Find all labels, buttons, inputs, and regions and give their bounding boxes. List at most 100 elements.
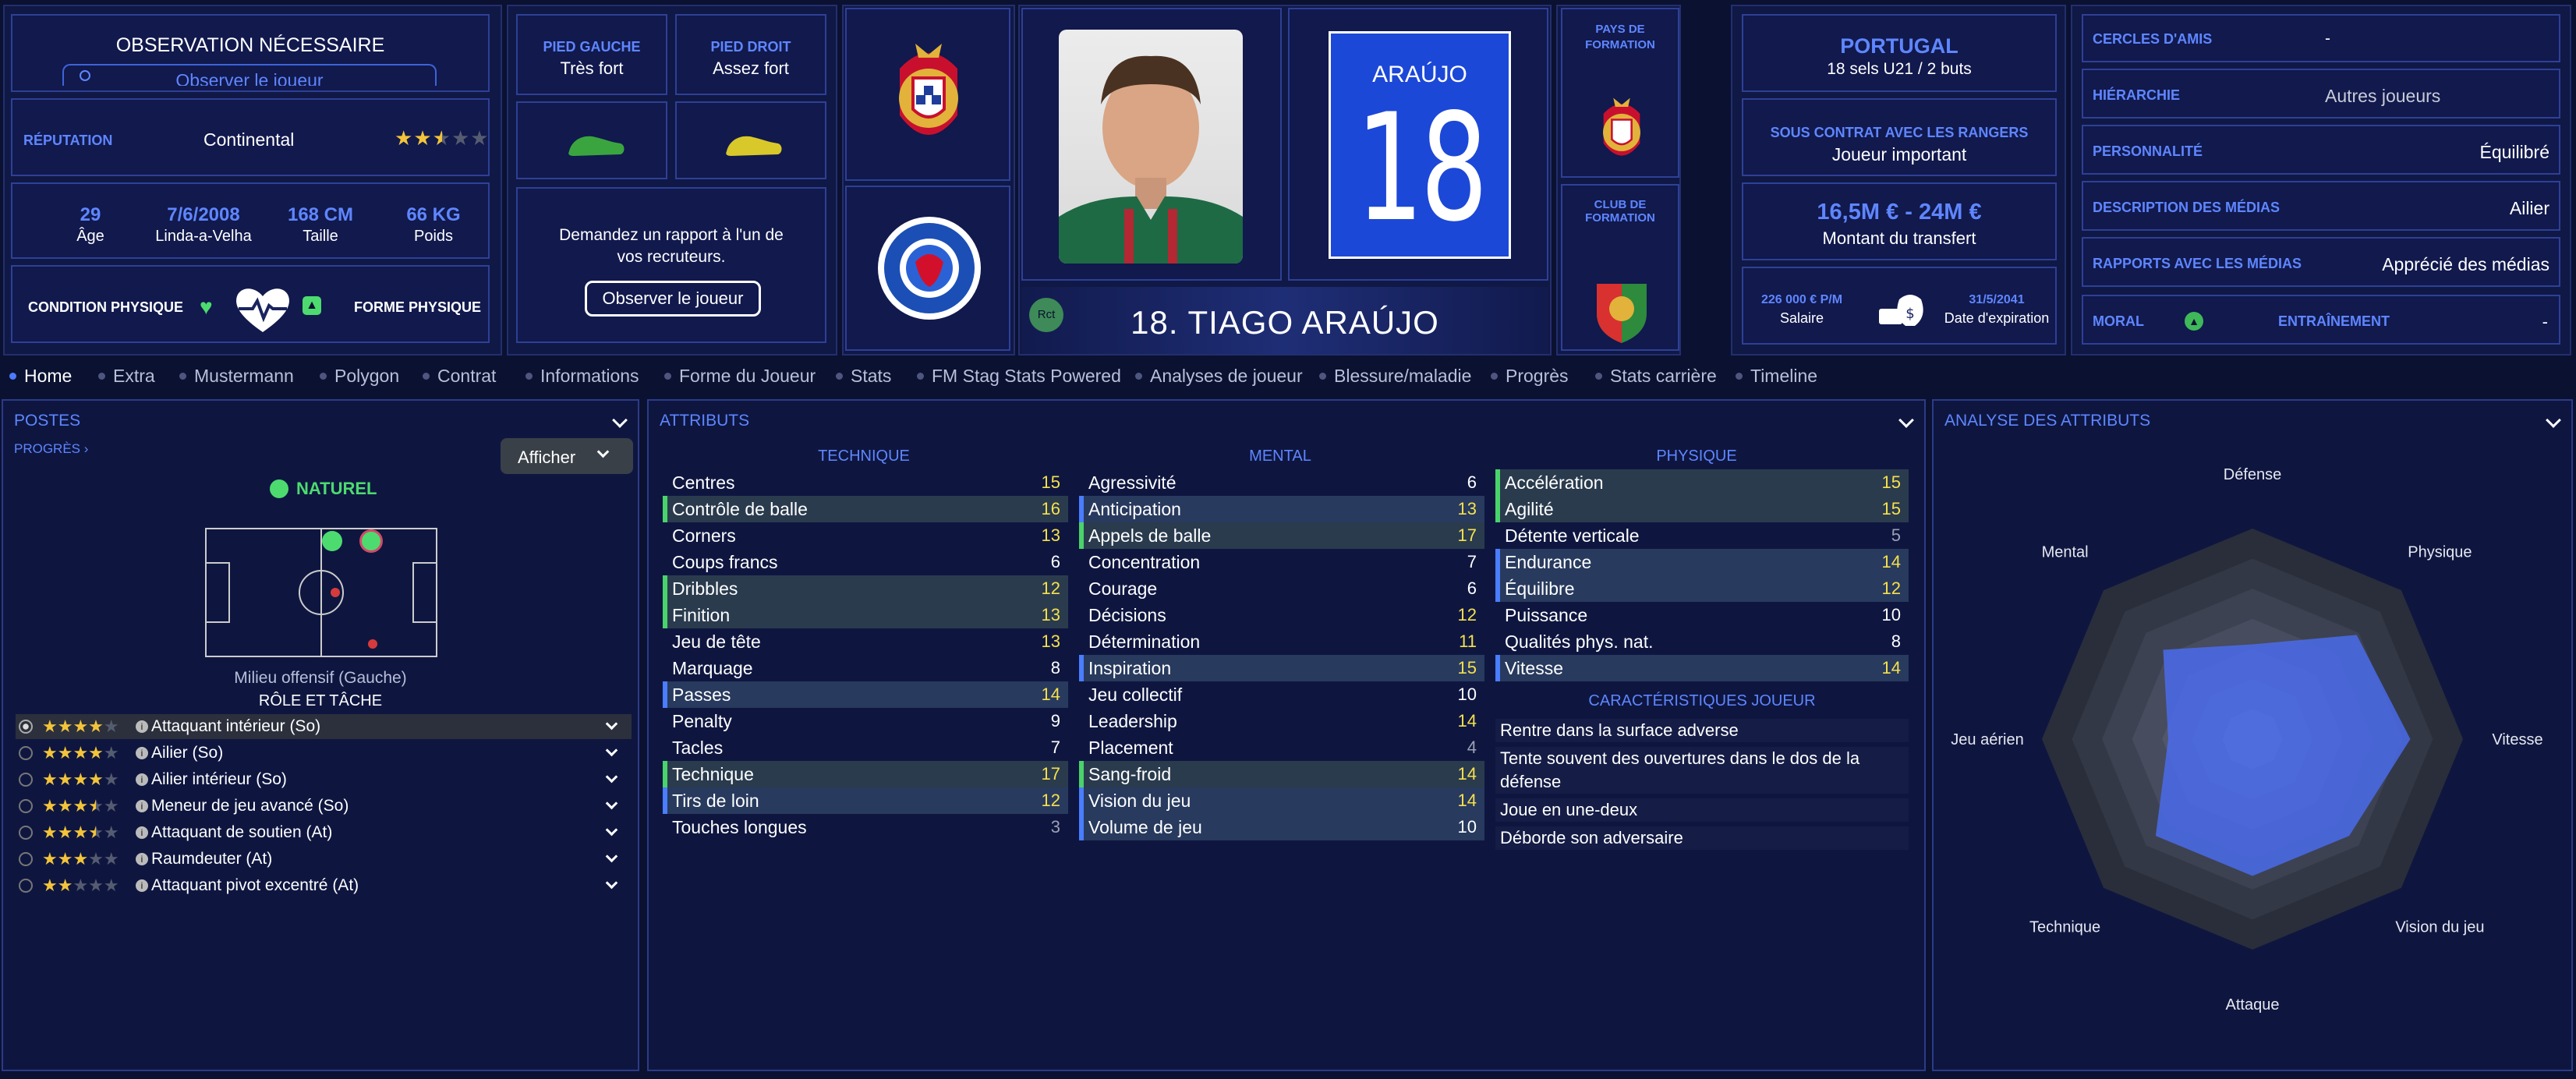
attr-row: Placement 4	[1079, 734, 1484, 761]
chevron-down-icon[interactable]	[605, 823, 618, 837]
tab-analyses[interactable]: Analyses de joueur	[1135, 366, 1303, 387]
radio-icon[interactable]	[19, 879, 33, 893]
attr-row: Contrôle de balle 16	[663, 496, 1068, 522]
attr-row: Coups francs 6	[663, 549, 1068, 575]
attr-name: Endurance	[1505, 551, 1592, 572]
radio-icon[interactable]	[19, 773, 33, 787]
star-icon: ★	[103, 716, 119, 736]
attr-row: Vitesse 14	[1495, 655, 1909, 681]
chevron-down-icon[interactable]	[605, 876, 618, 890]
tab-dot	[917, 373, 924, 380]
tab-fm-stag[interactable]: FM Stag Stats Powered	[917, 366, 1121, 387]
contract-label: SOUS CONTRAT AVEC LES RANGERS	[1770, 125, 2029, 140]
radar-axis-label: Jeu aérien	[1951, 731, 2023, 748]
info-icon: i	[136, 773, 148, 786]
chevron-down-icon[interactable]	[605, 770, 618, 784]
attr-value: 16	[1041, 499, 1060, 518]
attr-row: Dribbles 12	[663, 575, 1068, 602]
role-row[interactable]: ★★★★★ i Attaquant intérieur (So)	[16, 714, 632, 739]
chevron-down-icon[interactable]	[605, 850, 618, 863]
personal-row-4: RAPPORTS AVEC LES MÉDIAS Apprécié des mé…	[2082, 237, 2560, 287]
radio-icon[interactable]	[19, 720, 33, 734]
attr-name: Marquage	[672, 657, 753, 678]
role-row[interactable]: ★★★★★ i Meneur de jeu avancé (So)	[16, 794, 632, 819]
radio-icon[interactable]	[19, 799, 33, 813]
attr-value: 13	[1041, 605, 1060, 624]
radar-axis-label: Vitesse	[2492, 731, 2542, 748]
tab-blessure[interactable]: Blessure/maladie	[1319, 366, 1471, 387]
radar-axis-label: Technique	[2029, 918, 2100, 936]
role-row[interactable]: ★★★★★ i Attaquant pivot excentré (At)	[16, 873, 632, 898]
tab-label: Extra	[113, 366, 155, 386]
attr-name: Touches longues	[672, 816, 807, 837]
analysis-collapse-icon[interactable]	[2546, 412, 2561, 428]
country-name: PORTUGAL	[1840, 34, 1959, 58]
attr-name: Détermination	[1088, 631, 1201, 652]
natural-position-marker	[322, 531, 342, 551]
radio-icon[interactable]	[19, 826, 33, 840]
national-crest-box	[845, 8, 1010, 181]
radio-icon[interactable]	[19, 746, 33, 760]
star-icon: ★★	[42, 876, 73, 895]
attr-value: 12	[1881, 578, 1901, 598]
tab-label: Stats	[851, 366, 892, 386]
role-row[interactable]: ★★★★★ i Attaquant de soutien (At)	[16, 820, 632, 845]
traits-title: CARACTÉRISTIQUES JOUEUR	[1588, 692, 1816, 709]
transfer-value: 16,5M € - 24M €	[1817, 200, 1982, 225]
attributes-collapse-icon[interactable]	[1898, 412, 1914, 428]
chevron-down-icon[interactable]	[605, 744, 618, 757]
role-stars: ★★★★★	[42, 769, 136, 790]
tab-stats[interactable]: Stats	[836, 366, 891, 387]
attr-value: 8	[1050, 658, 1060, 677]
scout-player-button[interactable]: Observer le joueur	[585, 281, 761, 317]
attr-row: Appels de balle 17	[1079, 522, 1484, 549]
progress-link[interactable]: PROGRÈS ›	[14, 441, 88, 457]
role-stars: ★★★★★	[42, 716, 136, 737]
radar-axis-label: Vision du jeu	[2395, 918, 2484, 936]
chevron-down-icon[interactable]	[605, 717, 618, 731]
role-row[interactable]: ★★★★★ i Ailier (So)	[16, 741, 632, 766]
role-row[interactable]: ★★★★★ i Raumdeuter (At)	[16, 847, 632, 872]
tab-progres[interactable]: Progrès	[1491, 366, 1569, 387]
attr-value: 10	[1457, 817, 1477, 837]
tab-informations[interactable]: Informations	[525, 366, 639, 387]
chevron-down-icon[interactable]	[605, 797, 618, 810]
tab-timeline[interactable]: Timeline	[1736, 366, 1817, 387]
tab-label: Forme du Joueur	[679, 366, 816, 386]
attr-value: 13	[1457, 499, 1477, 518]
star-icon: ★★★★	[42, 716, 104, 736]
tab-home[interactable]: Home	[9, 366, 72, 387]
tab-forme[interactable]: Forme du Joueur	[664, 366, 816, 387]
tab-extra[interactable]: Extra	[98, 366, 155, 387]
attr-name: Équilibre	[1505, 578, 1575, 599]
bio-age: 29 Âge	[44, 204, 137, 246]
role-stars: ★★★★★	[42, 743, 136, 763]
attr-name: Technique	[672, 763, 754, 784]
expiry-label: Date d'expiration	[1944, 310, 2050, 326]
radio-icon[interactable]	[19, 852, 33, 866]
tab-dot	[1135, 373, 1142, 380]
tab-dot	[98, 373, 105, 380]
attr-name: Agressivité	[1088, 472, 1177, 493]
attr-value: 6	[1050, 552, 1060, 571]
scout-field[interactable]: Observer le joueur	[62, 64, 437, 86]
info-icon: i	[136, 879, 148, 892]
money-bag-icon: $	[1879, 295, 1923, 326]
tab-polygon[interactable]: Polygon	[320, 366, 399, 387]
tab-stats-carriere[interactable]: Stats carrière	[1595, 366, 1717, 387]
attr-value: 15	[1881, 499, 1901, 518]
role-row[interactable]: ★★★★★ i Ailier intérieur (So)	[16, 767, 632, 792]
personal-label: DESCRIPTION DES MÉDIAS	[2093, 200, 2281, 215]
show-dropdown[interactable]: Afficher	[501, 438, 633, 474]
tab-mustermann[interactable]: Mustermann	[179, 366, 294, 387]
contract-value: Joueur important	[1831, 144, 1967, 165]
player-title: 18. TIAGO ARAÚJO	[1131, 304, 1439, 341]
positions-collapse-icon[interactable]	[612, 412, 628, 428]
personal-value: Apprécié des médias	[2382, 254, 2549, 274]
attr-name: Vitesse	[1505, 657, 1564, 678]
player-portrait-image	[1059, 55, 1243, 264]
tab-dot	[320, 373, 327, 380]
role-title: RÔLE ET TÂCHE	[258, 692, 383, 709]
tab-contrat[interactable]: Contrat	[423, 366, 496, 387]
condition-box: CONDITION PHYSIQUE ♥ ▲ FORME PHYSIQUE	[11, 265, 490, 343]
